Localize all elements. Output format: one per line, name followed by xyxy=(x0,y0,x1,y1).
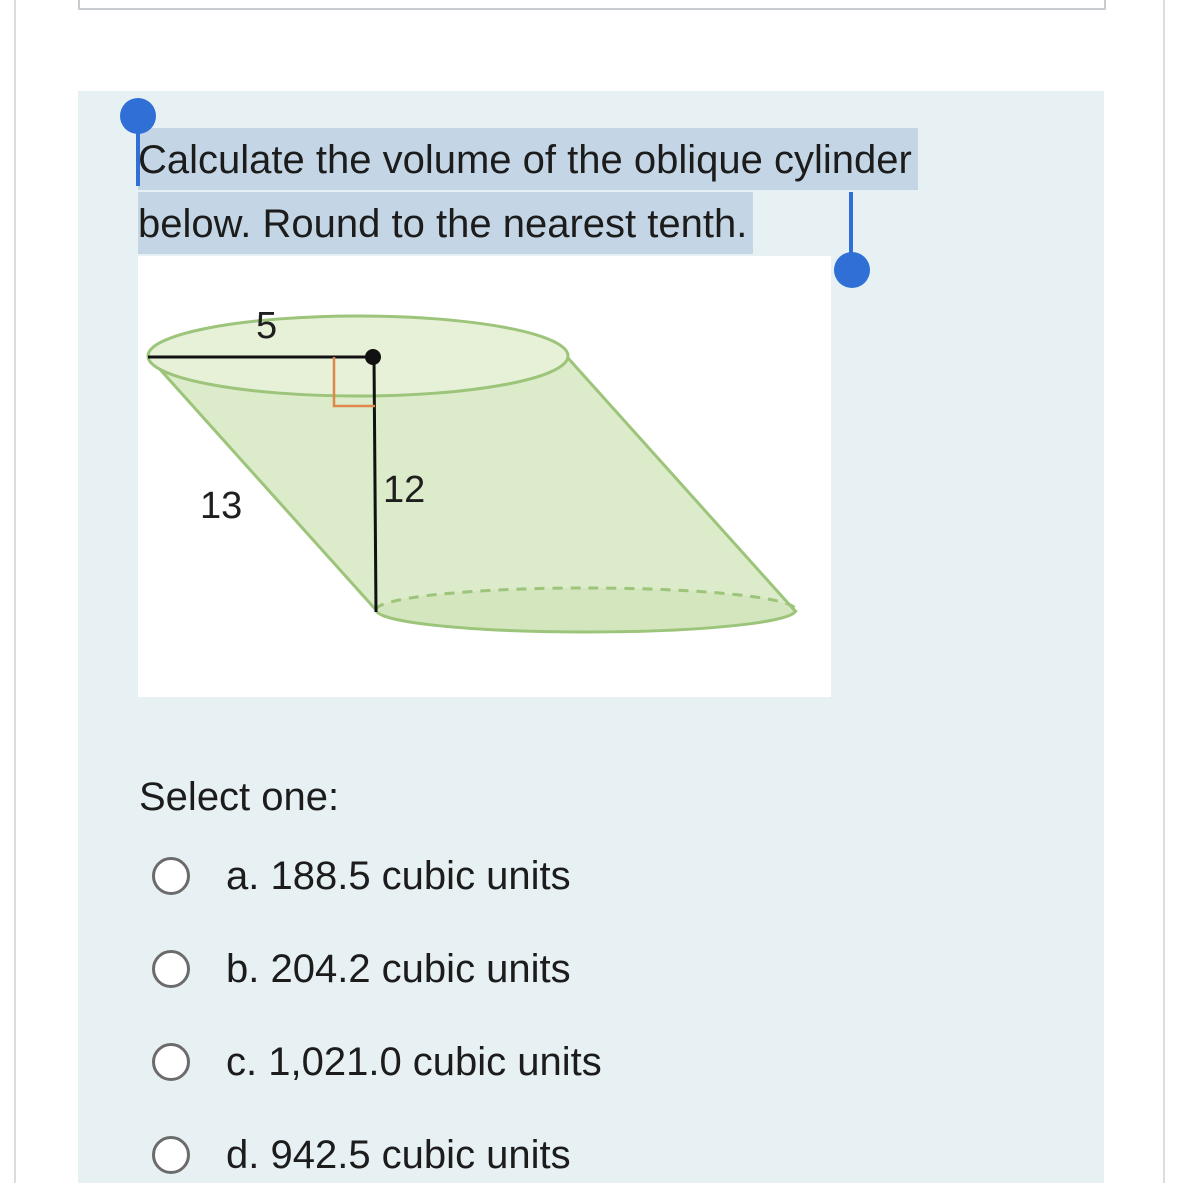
frame-border-left xyxy=(14,0,16,1183)
question-line-2: below. Round to the nearest tenth. xyxy=(138,192,754,254)
answer-option-b-label[interactable]: b. 204.2 cubic units xyxy=(226,947,571,992)
radio-button-c[interactable] xyxy=(152,1043,190,1081)
frame-border-right xyxy=(1163,0,1165,1183)
answer-option-c-label[interactable]: c. 1,021.0 cubic units xyxy=(226,1040,602,1085)
oblique-cylinder-diagram: 5 13 12 xyxy=(146,305,798,634)
selection-end-handle[interactable] xyxy=(834,252,870,288)
cylinder-body xyxy=(148,356,796,612)
height-line xyxy=(372,356,378,613)
answer-option-b[interactable]: b. 204.2 cubic units xyxy=(152,944,571,994)
height-label: 12 xyxy=(383,469,425,511)
radio-button-b[interactable] xyxy=(152,950,190,988)
answer-option-a[interactable]: a. 188.5 cubic units xyxy=(152,851,571,901)
selection-start-caret xyxy=(136,128,140,186)
center-point xyxy=(365,349,381,365)
page: Calculate the volume of the oblique cyli… xyxy=(0,0,1182,1183)
selection-end-caret xyxy=(849,192,853,256)
previous-content-box xyxy=(78,0,1106,10)
radio-button-a[interactable] xyxy=(152,857,190,895)
oblique-cylinder-figure: 5 13 12 xyxy=(138,256,831,697)
radius-label: 5 xyxy=(256,305,277,347)
select-one-prompt: Select one: xyxy=(139,775,340,819)
answer-option-d[interactable]: d. 942.5 cubic units xyxy=(152,1130,571,1180)
radio-button-d[interactable] xyxy=(152,1136,190,1174)
question-text[interactable]: Calculate the volume of the oblique cyli… xyxy=(138,128,918,254)
answer-option-c[interactable]: c. 1,021.0 cubic units xyxy=(152,1037,602,1087)
question-line-1: Calculate the volume of the oblique cyli… xyxy=(138,128,918,190)
answer-option-d-label[interactable]: d. 942.5 cubic units xyxy=(226,1133,571,1178)
answer-option-a-label[interactable]: a. 188.5 cubic units xyxy=(226,854,571,899)
slant-label: 13 xyxy=(200,485,242,527)
